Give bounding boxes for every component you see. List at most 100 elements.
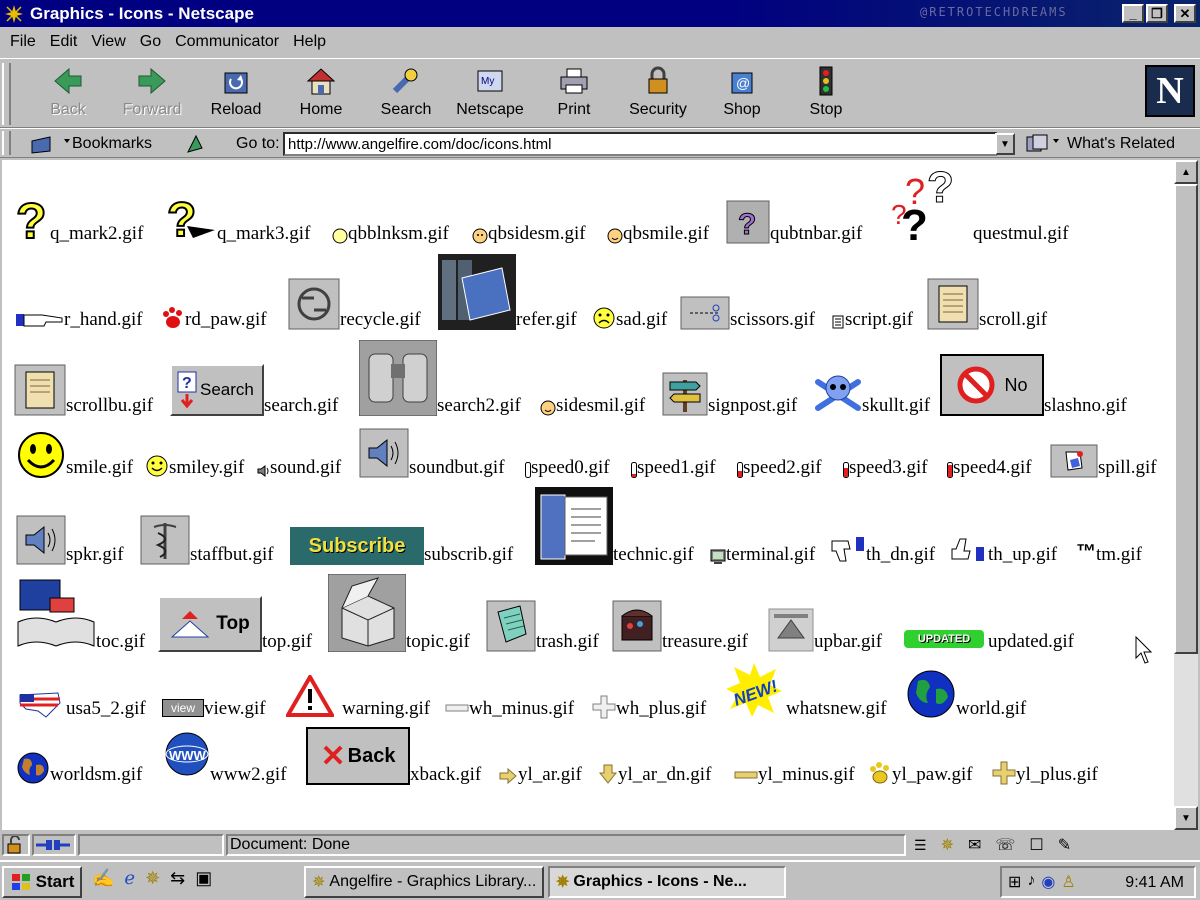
updated-badge-icon: UPDATED	[904, 630, 984, 648]
small-globe-icon	[17, 752, 49, 784]
smile-face-icon	[607, 228, 623, 244]
gif-filename: qubtnbar.gif	[770, 223, 863, 244]
icon-entry: r_hand.gif	[16, 310, 143, 330]
svg-text:?: ?	[16, 194, 47, 244]
sound-icon	[257, 465, 269, 477]
terminal-icon	[710, 549, 726, 564]
windows-logo-icon	[11, 874, 30, 890]
gif-filename: topic.gif	[406, 631, 470, 652]
back-button[interactable]: Back	[26, 65, 110, 123]
multiple-question-marks-icon: ????	[891, 164, 954, 244]
icon-entry: NEW! whatsnew.gif	[724, 661, 887, 719]
menu-communicator[interactable]: Communicator	[175, 33, 279, 51]
bookmarks-button[interactable]: Bookmarks	[28, 132, 152, 156]
whats-related-button[interactable]: What's Related	[1025, 132, 1175, 156]
gif-filename: scissors.gif	[730, 309, 815, 330]
icon-entry: worldsm.gif	[16, 751, 142, 785]
user-icon[interactable]: ♙	[1061, 872, 1075, 892]
print-button[interactable]: Print	[532, 65, 616, 123]
netscape-logo[interactable]: N	[1145, 65, 1195, 117]
mail-icon[interactable]: ✉	[968, 835, 981, 855]
big-smiley-icon	[18, 432, 64, 478]
stop-button[interactable]: Stop	[784, 65, 868, 123]
reload-icon	[224, 72, 248, 94]
navigator-icon[interactable]: ✵	[941, 835, 954, 855]
title-bar[interactable]: Graphics - Icons - Netscape @RETROTECHDR…	[0, 0, 1200, 27]
gif-filename: terminal.gif	[726, 544, 816, 565]
menu-view[interactable]: View	[91, 33, 125, 51]
icon-entry: WWW www2.gif	[164, 731, 287, 785]
technical-manual-icon	[535, 487, 613, 565]
close-button[interactable]: ✕	[1174, 4, 1196, 23]
shop-button[interactable]: @ Shop	[700, 65, 784, 123]
icon-entry: usa5_2.gif	[18, 689, 146, 719]
unlocked-padlock-icon	[7, 835, 21, 854]
traffic-light-icon	[819, 66, 833, 96]
clock[interactable]: 9:41 AM	[1125, 874, 1184, 892]
discussions-icon[interactable]: ☏	[995, 835, 1015, 855]
menu-edit[interactable]: Edit	[50, 33, 78, 51]
connection-status-panel[interactable]	[32, 834, 76, 856]
page-content: ? q_mark2.gif ? q_mark3.gif qbblnksm.gif…	[2, 160, 1174, 830]
svg-text:WWW: WWW	[169, 748, 207, 763]
globe-icon	[907, 670, 955, 718]
window-title: Graphics - Icons - Netscape	[30, 3, 254, 23]
address-book-icon[interactable]: ☐	[1029, 835, 1043, 855]
security-status-panel[interactable]	[2, 834, 30, 856]
gif-filename: smiley.gif	[169, 457, 245, 478]
task-button-graphics-icons[interactable]: ✵ Graphics - Icons - Ne...	[548, 866, 786, 898]
url-dropdown-button[interactable]: ▼	[995, 133, 1015, 155]
url-input[interactable]	[283, 132, 997, 156]
netscape-task-icon: ✵	[556, 874, 570, 891]
location-icon[interactable]	[184, 134, 206, 154]
media-icon[interactable]: ◉	[1041, 872, 1055, 892]
top-button-icon: Top	[158, 596, 262, 652]
svg-text:?: ?	[927, 164, 954, 212]
grip-icon[interactable]: ☰	[914, 837, 927, 854]
location-grip[interactable]	[2, 131, 11, 155]
scissors-icon	[680, 296, 730, 330]
channels-icon[interactable]: ⇆	[170, 868, 185, 889]
treasure-chest-icon	[612, 600, 662, 652]
netscape-button[interactable]: My Netscape	[448, 65, 532, 123]
menu-help[interactable]: Help	[293, 33, 326, 51]
www-globe-icon: WWW	[165, 732, 209, 776]
internet-explorer-icon[interactable]: ℯ	[124, 868, 135, 889]
icon-row: usa5_2.gif view view.gif warning.gif wh_…	[2, 652, 1174, 719]
search-button[interactable]: Search	[364, 65, 448, 123]
vertical-scrollbar[interactable]: ▲ ▼	[1174, 160, 1198, 830]
icon-entry: view view.gif	[162, 699, 266, 719]
composer-icon[interactable]: ✎	[1058, 835, 1071, 855]
task-button-angelfire[interactable]: ✵ Angelfire - Graphics Library...	[304, 866, 544, 898]
toolbar-grip[interactable]	[2, 63, 11, 125]
scroll-thumb[interactable]	[1174, 184, 1198, 654]
mouse-cursor-icon	[1135, 636, 1153, 664]
security-button[interactable]: Security	[616, 65, 700, 123]
white-minus-icon	[445, 704, 469, 712]
yellow-right-arrow-icon	[499, 767, 517, 785]
icon-entry: qbsidesm.gif	[472, 224, 586, 244]
scroll-down-button[interactable]: ▼	[1174, 806, 1198, 830]
svg-text:?: ?	[738, 208, 756, 241]
netscape-launch-icon[interactable]: ✵	[145, 868, 160, 889]
reload-button[interactable]: Reload	[194, 65, 278, 123]
icon-entry: warning.gif	[286, 675, 430, 719]
scroll-up-button[interactable]: ▲	[1174, 160, 1198, 184]
home-button[interactable]: Home	[279, 65, 363, 123]
icon-entry: UPDATED updated.gif	[904, 630, 1074, 652]
volume-icon[interactable]: ♪	[1027, 872, 1035, 892]
start-button[interactable]: Start	[2, 866, 82, 898]
menu-file[interactable]: File	[10, 33, 36, 51]
gif-filename: soundbut.gif	[409, 457, 505, 478]
maximize-button[interactable]: ❐	[1146, 4, 1168, 23]
speaker-button-icon	[359, 428, 409, 478]
desktop-icon[interactable]: ✍	[92, 868, 114, 889]
minimize-button[interactable]: _	[1122, 4, 1144, 23]
show-desktop-icon[interactable]: ▣	[195, 868, 212, 889]
yellow-paw-icon	[870, 762, 889, 784]
network-icon[interactable]: ⊞	[1008, 872, 1021, 892]
forward-button[interactable]: Forward	[110, 65, 194, 123]
signpost-icon	[662, 372, 708, 416]
gif-filename: th_up.gif	[988, 544, 1058, 565]
menu-go[interactable]: Go	[140, 33, 161, 51]
